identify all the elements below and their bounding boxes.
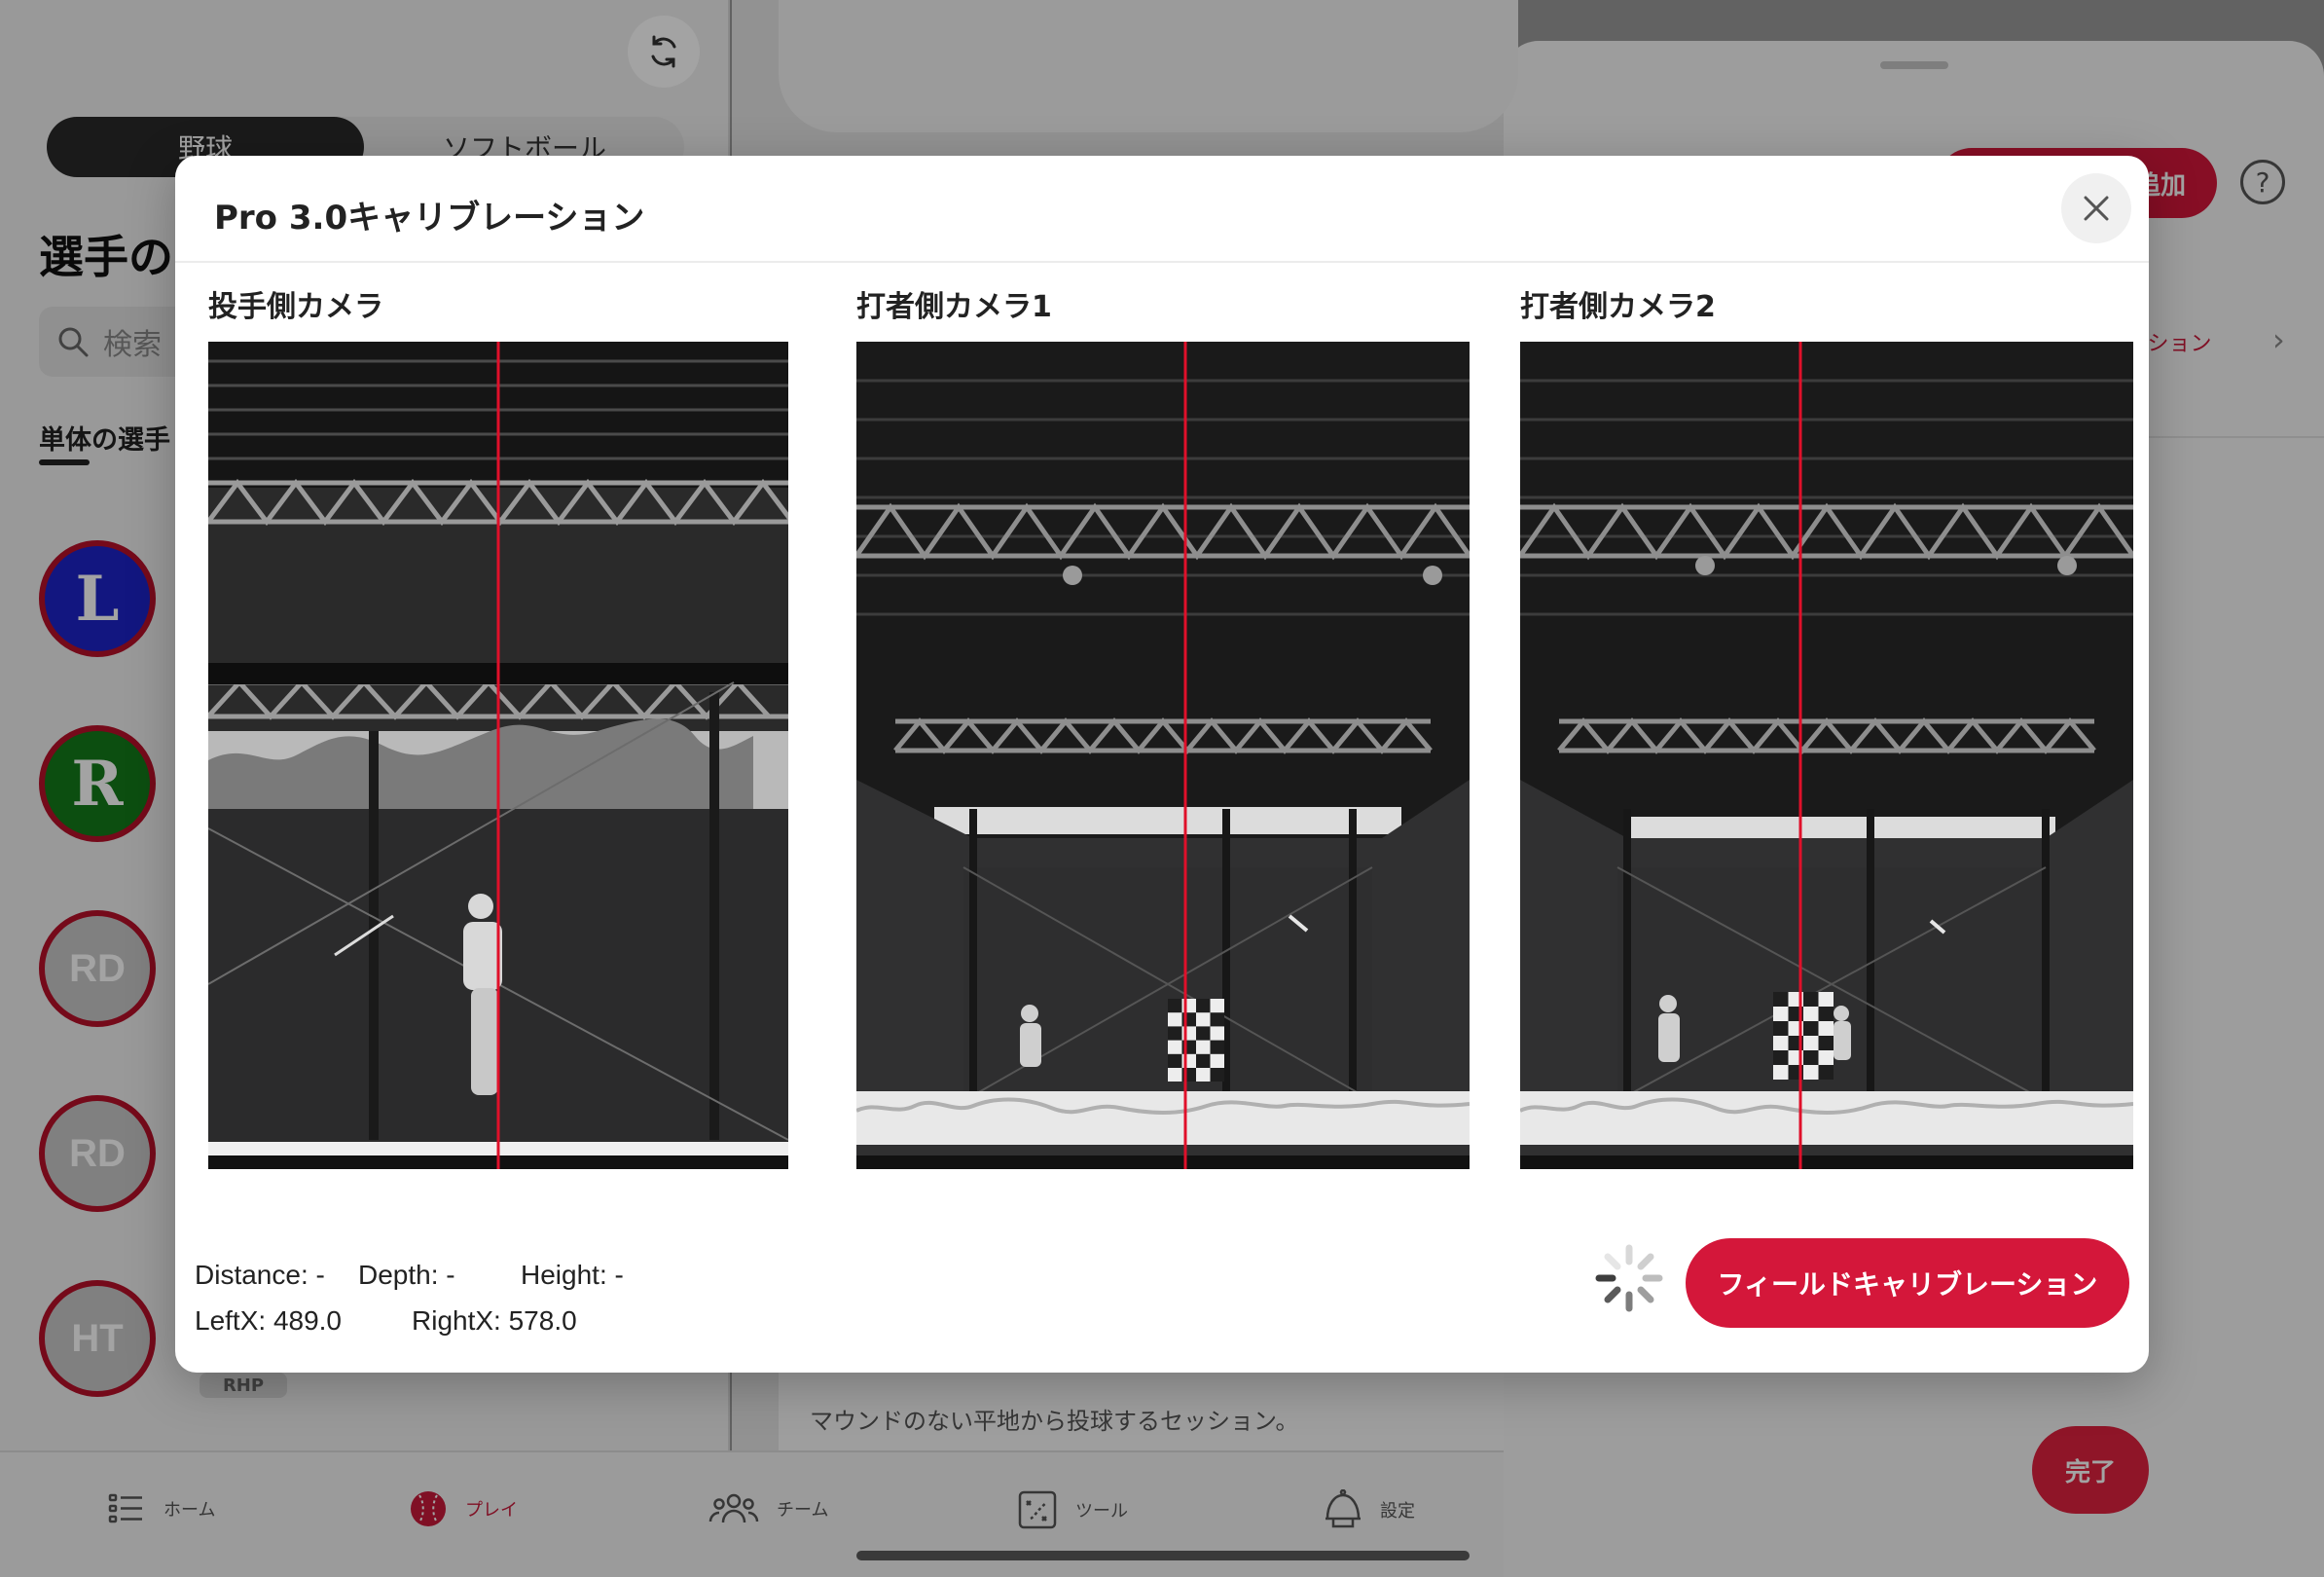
field-calibration-button[interactable]: フィールドキャリブレーション <box>1686 1238 2129 1328</box>
camera-label-pitcher: 投手側カメラ <box>208 290 383 324</box>
height-readout: Height: - <box>521 1260 624 1290</box>
depth-readout: Depth: - <box>358 1260 455 1290</box>
close-icon <box>2084 196 2109 221</box>
calibration-modal: Pro 3.0キャリブレーション 投手側カメラ 打者側カメラ1 打者側カメラ2 <box>175 156 2149 1373</box>
camera-image <box>208 342 788 1169</box>
modal-title: Pro 3.0キャリブレーション <box>214 199 645 238</box>
leftx-readout: LeftX: 489.0 <box>195 1305 343 1336</box>
distance-readout: Distance: - <box>195 1260 325 1290</box>
camera-image <box>856 342 1470 1169</box>
loading-spinner-icon <box>1595 1244 1663 1312</box>
camera-label-batter-2: 打者側カメラ2 <box>1520 290 1716 324</box>
rightx-readout: RightX: 578.0 <box>412 1305 577 1336</box>
divider <box>175 261 2149 263</box>
camera-image <box>1520 342 2133 1169</box>
camera-label-batter-1: 打者側カメラ1 <box>856 290 1052 324</box>
camera-feed-pitcher[interactable] <box>208 342 788 1169</box>
close-button[interactable] <box>2061 173 2131 243</box>
camera-feed-batter-2[interactable] <box>1520 342 2133 1169</box>
camera-feed-batter-1[interactable] <box>856 342 1470 1169</box>
